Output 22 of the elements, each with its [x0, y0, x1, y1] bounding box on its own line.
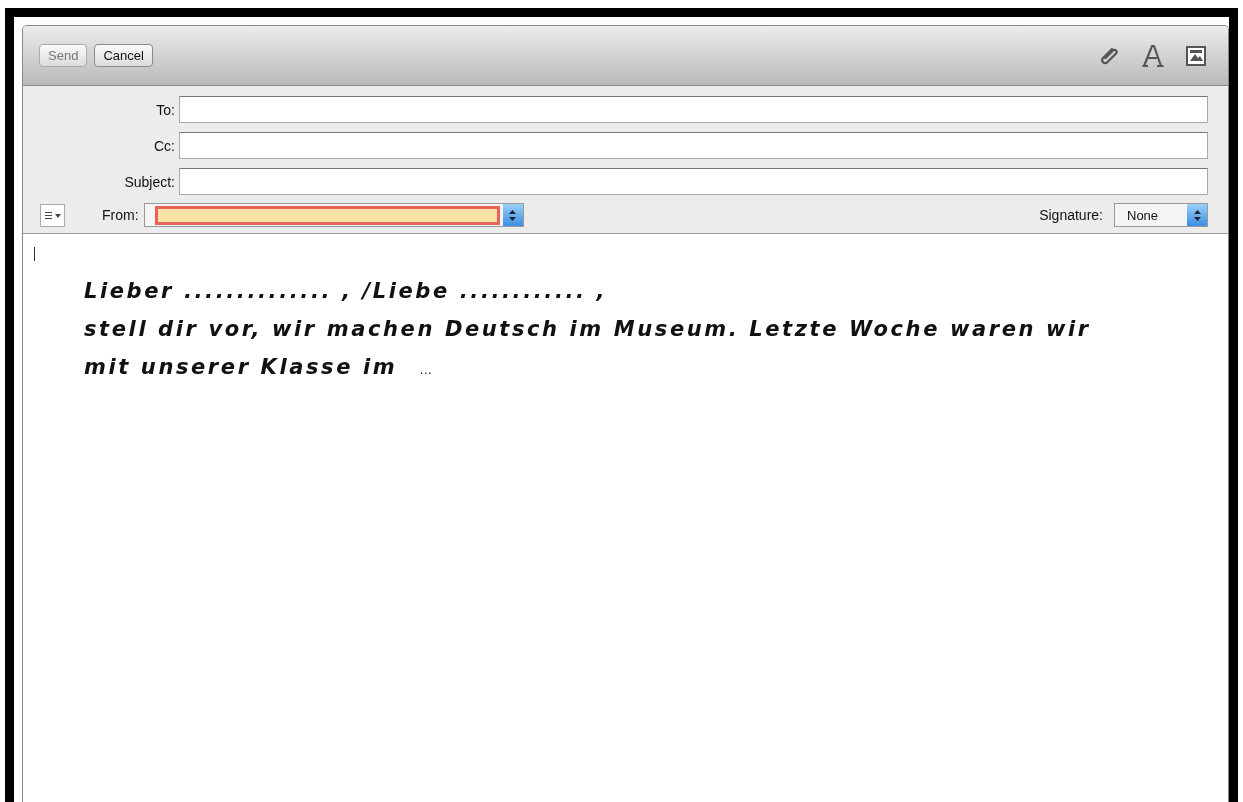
field-label: From: — [102, 207, 139, 223]
body-text: stell dir vor, wir machen Deutsch im Museum. Letzte Woche waren wir — [84, 316, 1091, 343]
to-field[interactable] — [179, 96, 1208, 123]
signature-select[interactable]: None — [1114, 203, 1208, 227]
from-select[interactable] — [143, 203, 524, 227]
body-text: Lieber .............. , /Liebe ............ , — [84, 278, 608, 305]
stepper-arrows-icon — [1192, 208, 1202, 222]
format-menu-button[interactable] — [40, 203, 65, 227]
field-label: Signature: — [1039, 207, 1103, 223]
subject-field[interactable] — [179, 168, 1208, 195]
font-icon[interactable] — [1142, 43, 1164, 68]
body-text: mit unserer Klasse im — [84, 354, 398, 381]
cancel-button[interactable]: Cancel — [94, 44, 153, 67]
ellipsis: … — [419, 362, 433, 377]
field-label: To: — [155, 101, 175, 118]
field-label: Cc: — [153, 137, 175, 154]
stepper-arrows-icon — [508, 208, 518, 222]
photo-icon[interactable] — [1186, 45, 1206, 66]
cc-field[interactable] — [179, 132, 1208, 159]
text-cursor — [34, 247, 35, 261]
list-caret-icon — [44, 210, 61, 220]
field-label: Subject: — [123, 173, 175, 190]
